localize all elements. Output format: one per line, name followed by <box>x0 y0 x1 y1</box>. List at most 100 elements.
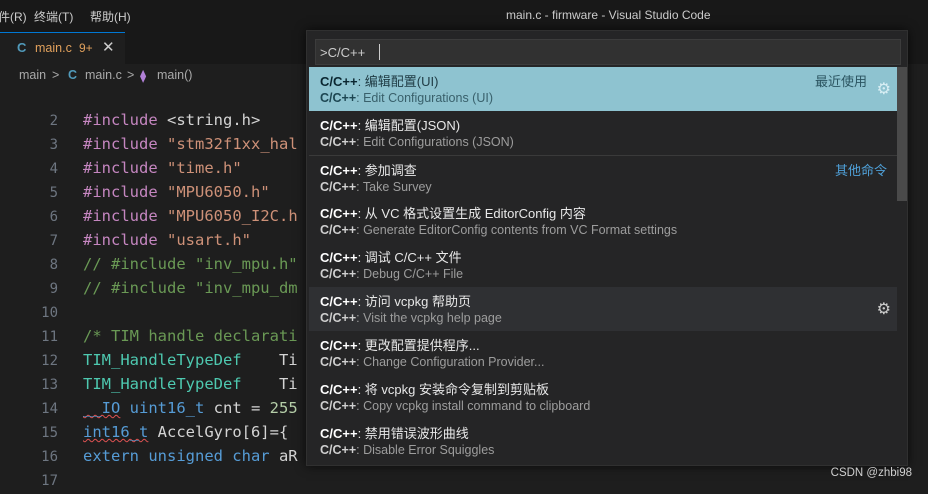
problem-count-badge: 9+ <box>79 41 93 55</box>
command-title-text: : 将 vcpkg 安装命令复制到剪贴板 <box>357 382 549 397</box>
code-token: Ti <box>241 375 298 393</box>
code-token: <string.h> <box>167 111 261 129</box>
command-title-text: : 编辑配置(UI) <box>357 74 439 89</box>
command-subtitle-text: : Visit the vcpkg help page <box>356 311 502 325</box>
line-number: 6 <box>49 209 58 225</box>
command-match-highlight: C/C++ <box>320 426 358 441</box>
line-number: 9 <box>49 281 58 297</box>
c-file-icon: C <box>17 40 27 55</box>
breadcrumb-folder[interactable]: main <box>19 68 46 82</box>
tab-label: main.c <box>35 41 72 55</box>
code-token: "usart.h" <box>167 231 251 249</box>
command-subtitle-text: : Debug C/C++ File <box>356 267 464 281</box>
command-title: C/C++: 参加调查 <box>320 160 417 179</box>
code-token: "MPU6050_I2C.h <box>167 207 298 225</box>
tab-main-c[interactable]: C main.c 9+ ✕ <box>0 32 125 64</box>
command-match-highlight: C/C++ <box>320 74 358 89</box>
command-item[interactable]: C/C++: 编辑配置(UI) C/C++: Edit Configuration… <box>309 67 897 111</box>
command-subtitle-text: : Generate EditorConfig contents from VC… <box>356 223 678 237</box>
gear-icon[interactable]: ⚙ <box>877 79 891 99</box>
recently-used-label: 最近使用 <box>814 74 867 89</box>
command-match-highlight: C/C++ <box>320 294 358 309</box>
c-file-icon: C <box>68 68 78 82</box>
command-match-highlight: C/C++ <box>320 180 357 194</box>
chevron-right-icon: > <box>127 68 135 82</box>
command-match-highlight: C/C++ <box>320 355 357 369</box>
line-number: 4 <box>49 161 58 177</box>
command-match-highlight: C/C++ <box>320 206 358 221</box>
command-subtitle-text: : Copy vcpkg install command to clipboar… <box>356 399 591 413</box>
command-item[interactable]: C/C++: 更改配置提供程序... C/C++: Change Configur… <box>309 331 897 375</box>
command-item[interactable]: C/C++: 将 vcpkg 安装命令复制到剪贴板 C/C++: Copy vcp… <box>309 375 897 419</box>
command-subtitle-text: : Edit Configurations (UI) <box>356 91 493 105</box>
command-title-text: : 更改配置提供程序... <box>357 338 480 353</box>
menu-help[interactable]: 帮助(H) <box>90 8 131 25</box>
line-number: 11 <box>41 329 58 345</box>
command-subtitle: C/C++: Copy vcpkg install command to cli… <box>320 399 590 413</box>
command-subtitle: C/C++: Change Configuration Provider... <box>320 355 544 369</box>
menu-run[interactable]: 件(R) <box>0 8 27 25</box>
line-number: 14 <box>41 401 58 417</box>
code-text: extern unsigned char aR <box>83 447 298 465</box>
line-number: 15 <box>41 425 58 441</box>
code-token: "MPU6050.h" <box>167 183 270 201</box>
command-match-highlight: C/C++ <box>320 382 358 397</box>
command-item[interactable]: C/C++: 参加调查 C/C++: Take Survey 其他命令 <box>309 155 897 199</box>
code-text: #include "usart.h" <box>83 231 251 249</box>
menu-terminal[interactable]: 终端(T) <box>34 8 73 25</box>
code-line[interactable]: 17 <box>0 470 928 494</box>
scrollbar-thumb[interactable] <box>897 67 907 201</box>
command-match-highlight: C/C++ <box>320 118 358 133</box>
command-title-text: : 禁用错误波形曲线 <box>357 426 469 441</box>
code-token: TIM_HandleTypeDef <box>83 375 242 393</box>
command-title: C/C++: 将 vcpkg 安装命令复制到剪贴板 <box>320 379 549 398</box>
command-title-text: : 从 VC 格式设置生成 EditorConfig 内容 <box>357 206 586 221</box>
code-token: #include <box>83 159 167 177</box>
code-token: #include <box>83 207 167 225</box>
breadcrumb-file[interactable]: main.c <box>85 68 122 82</box>
code-token: Ti <box>241 351 298 369</box>
code-text: // #include "inv_mpu.h" <box>83 255 298 273</box>
code-token: #include <box>83 135 167 153</box>
line-number: 2 <box>49 113 58 129</box>
line-number: 7 <box>49 233 58 249</box>
command-palette-input-box[interactable] <box>315 39 901 65</box>
command-item[interactable]: C/C++: 访问 vcpkg 帮助页 C/C++: Visit the vcpk… <box>309 287 897 331</box>
command-title: C/C++: 禁用错误波形曲线 <box>320 423 469 442</box>
code-token: #include <box>83 111 167 129</box>
code-text: #include "time.h" <box>83 159 242 177</box>
line-number: 10 <box>41 305 58 321</box>
code-token: "time.h" <box>167 159 242 177</box>
command-match-highlight: C/C++ <box>320 250 358 265</box>
chevron-right-icon: > <box>52 68 60 82</box>
close-icon[interactable]: ✕ <box>102 38 115 56</box>
command-item[interactable]: C/C++: 禁用错误波形曲线 C/C++: Disable Error Squi… <box>309 419 897 463</box>
command-subtitle: C/C++: Take Survey <box>320 180 432 194</box>
code-token: /* TIM handle declarati <box>83 327 298 345</box>
function-symbol-icon: ⧫ <box>140 69 147 83</box>
command-title-text: : 调试 C/C++ 文件 <box>357 250 462 265</box>
command-subtitle: C/C++: Visit the vcpkg help page <box>320 311 502 325</box>
command-item[interactable]: C/C++: 从 VC 格式设置生成 EditorConfig 内容 C/C++:… <box>309 199 897 243</box>
command-palette-input[interactable] <box>320 42 890 62</box>
code-text: #include "MPU6050.h" <box>83 183 270 201</box>
command-match-highlight: C/C++ <box>320 135 357 149</box>
code-text: #include "stm32f1xx_hal <box>83 135 298 153</box>
code-text: int16_t AccelGyro[6]={ <box>83 423 288 441</box>
command-item[interactable]: C/C++: 调试 C/C++ 文件 C/C++: Debug C/C++ Fil… <box>309 243 897 287</box>
text-caret <box>379 44 380 60</box>
command-item[interactable]: C/C++: 编辑配置(JSON) C/C++: Edit Configurati… <box>309 111 897 155</box>
code-token: extern unsigned char <box>83 447 270 465</box>
gear-icon[interactable]: ⚙ <box>877 299 891 319</box>
watermark: CSDN @zhbi98 <box>830 467 912 479</box>
command-match-highlight: C/C++ <box>320 399 357 413</box>
code-token: aR <box>269 447 298 465</box>
breadcrumb-symbol[interactable]: main() <box>157 68 192 82</box>
code-text: TIM_HandleTypeDef Ti <box>83 375 298 393</box>
code-text: #include <string.h> <box>83 111 260 129</box>
line-number: 5 <box>49 185 58 201</box>
code-token: __IO <box>83 399 121 417</box>
command-match-highlight: C/C++ <box>320 338 358 353</box>
command-subtitle: C/C++: Debug C/C++ File <box>320 267 463 281</box>
